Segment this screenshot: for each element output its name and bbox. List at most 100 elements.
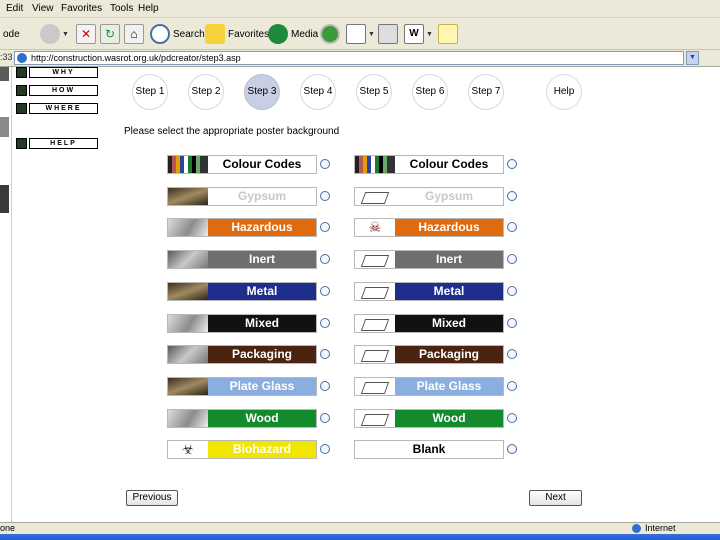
poster-swatch[interactable]: Mixed: [354, 314, 504, 333]
forward-button[interactable]: ▼: [40, 23, 69, 45]
poster-swatch[interactable]: Metal: [354, 282, 504, 301]
poster-radio-button[interactable]: [507, 191, 517, 201]
poster-radio-button[interactable]: [320, 159, 330, 169]
poster-option-left[interactable]: Mixed: [167, 314, 333, 333]
notes-button[interactable]: [438, 23, 458, 45]
nav-bullet-icon: [16, 67, 27, 78]
favorites-button[interactable]: Favorites: [205, 23, 269, 45]
poster-option-right[interactable]: Inert: [354, 250, 520, 269]
poster-swatch[interactable]: Mixed: [167, 314, 317, 333]
poster-swatch[interactable]: Colour Codes: [354, 155, 504, 174]
poster-option-right[interactable]: Blank: [354, 440, 520, 459]
poster-radio-button[interactable]: [320, 413, 330, 423]
poster-radio-button[interactable]: [507, 254, 517, 264]
poster-radio-button[interactable]: [507, 222, 517, 232]
mail-button[interactable]: ▼: [346, 23, 375, 45]
refresh-button[interactable]: ↻: [100, 23, 120, 45]
previous-button[interactable]: Previous: [126, 490, 178, 506]
print-button[interactable]: [378, 23, 398, 45]
toolbar-back-label[interactable]: ode: [0, 23, 20, 45]
menu-edit[interactable]: Edit: [6, 3, 23, 14]
poster-option-left[interactable]: Inert: [167, 250, 333, 269]
step-5-button[interactable]: Step 5: [356, 74, 392, 110]
poster-swatch[interactable]: Packaging: [167, 345, 317, 364]
poster-option-left[interactable]: Wood: [167, 409, 333, 428]
poster-option-left[interactable]: Plate Glass: [167, 377, 333, 396]
poster-option-label: Colour Codes: [208, 156, 316, 173]
poster-radio-button[interactable]: [320, 286, 330, 296]
address-dropdown-button[interactable]: ▼: [686, 51, 699, 65]
poster-swatch[interactable]: Blank: [354, 440, 504, 459]
poster-swatch[interactable]: ☠ Hazardous: [354, 218, 504, 237]
step-1-button[interactable]: Step 1: [132, 74, 168, 110]
poster-radio-button[interactable]: [320, 254, 330, 264]
step-2-button[interactable]: Step 2: [188, 74, 224, 110]
nav-bullet-icon: [16, 103, 27, 114]
poster-swatch[interactable]: Colour Codes: [167, 155, 317, 174]
menu-favorites[interactable]: Favorites: [61, 3, 102, 14]
nav-why[interactable]: WHY: [16, 67, 98, 78]
poster-radio-button[interactable]: [320, 444, 330, 454]
address-input[interactable]: http://construction.wasrot.org.uk/pdcrea…: [14, 51, 684, 65]
poster-option-right[interactable]: Packaging: [354, 345, 520, 364]
poster-radio-button[interactable]: [320, 381, 330, 391]
media-button[interactable]: Media: [268, 23, 318, 45]
help-step-button[interactable]: Help: [546, 74, 582, 110]
edit-button[interactable]: W ▼: [404, 23, 433, 45]
poster-swatch[interactable]: Plate Glass: [167, 377, 317, 396]
poster-option-label: Wood: [245, 411, 279, 425]
poster-radio-button[interactable]: [507, 286, 517, 296]
menu-view[interactable]: View: [32, 3, 54, 14]
poster-swatch[interactable]: Inert: [167, 250, 317, 269]
poster-radio-button[interactable]: [320, 349, 330, 359]
nav-help[interactable]: HELP: [16, 138, 98, 149]
poster-option-right[interactable]: Gypsum: [354, 187, 520, 206]
poster-radio-button[interactable]: [320, 318, 330, 328]
poster-option-left[interactable]: ☣ Biohazard: [167, 440, 333, 459]
poster-radio-button[interactable]: [507, 444, 517, 454]
step-6-button[interactable]: Step 6: [412, 74, 448, 110]
poster-radio-button[interactable]: [507, 413, 517, 423]
poster-swatch[interactable]: Plate Glass: [354, 377, 504, 396]
poster-radio-button[interactable]: [507, 159, 517, 169]
poster-swatch[interactable]: Gypsum: [167, 187, 317, 206]
nav-where[interactable]: WHERE: [16, 103, 98, 114]
search-button[interactable]: Search: [150, 23, 205, 45]
poster-option-right[interactable]: Mixed: [354, 314, 520, 333]
nav-how[interactable]: HOW: [16, 85, 98, 96]
poster-option-right[interactable]: Colour Codes: [354, 155, 520, 174]
poster-swatch[interactable]: Hazardous: [167, 218, 317, 237]
poster-option-left[interactable]: Gypsum: [167, 187, 333, 206]
browser-menu-bar: Edit View Favorites Tools Help: [0, 0, 720, 18]
poster-swatch[interactable]: Inert: [354, 250, 504, 269]
step-3-button[interactable]: Step 3: [244, 74, 280, 110]
poster-swatch[interactable]: Packaging: [354, 345, 504, 364]
poster-radio-button[interactable]: [507, 349, 517, 359]
poster-option-right[interactable]: Plate Glass: [354, 377, 520, 396]
poster-swatch[interactable]: Wood: [167, 409, 317, 428]
windows-taskbar: [0, 534, 720, 540]
next-button[interactable]: Next: [529, 490, 582, 506]
poster-swatch[interactable]: Wood: [354, 409, 504, 428]
poster-option-right[interactable]: Metal: [354, 282, 520, 301]
poster-swatch[interactable]: Metal: [167, 282, 317, 301]
step-4-button[interactable]: Step 4: [300, 74, 336, 110]
poster-option-left[interactable]: Colour Codes: [167, 155, 333, 174]
poster-option-left[interactable]: Metal: [167, 282, 333, 301]
stop-button[interactable]: ✕: [76, 23, 96, 45]
poster-radio-button[interactable]: [507, 318, 517, 328]
step-7-button[interactable]: Step 7: [468, 74, 504, 110]
poster-option-left[interactable]: Packaging: [167, 345, 333, 364]
poster-radio-button[interactable]: [320, 222, 330, 232]
poster-option-right[interactable]: Wood: [354, 409, 520, 428]
poster-option-right[interactable]: ☠ Hazardous: [354, 218, 520, 237]
poster-radio-button[interactable]: [320, 191, 330, 201]
poster-swatch[interactable]: ☣ Biohazard: [167, 440, 317, 459]
poster-radio-button[interactable]: [507, 381, 517, 391]
history-button[interactable]: [320, 23, 340, 45]
menu-tools[interactable]: Tools: [110, 3, 133, 14]
home-button[interactable]: ⌂: [124, 23, 144, 45]
menu-help[interactable]: Help: [138, 3, 159, 14]
poster-swatch[interactable]: Gypsum: [354, 187, 504, 206]
poster-option-left[interactable]: Hazardous: [167, 218, 333, 237]
